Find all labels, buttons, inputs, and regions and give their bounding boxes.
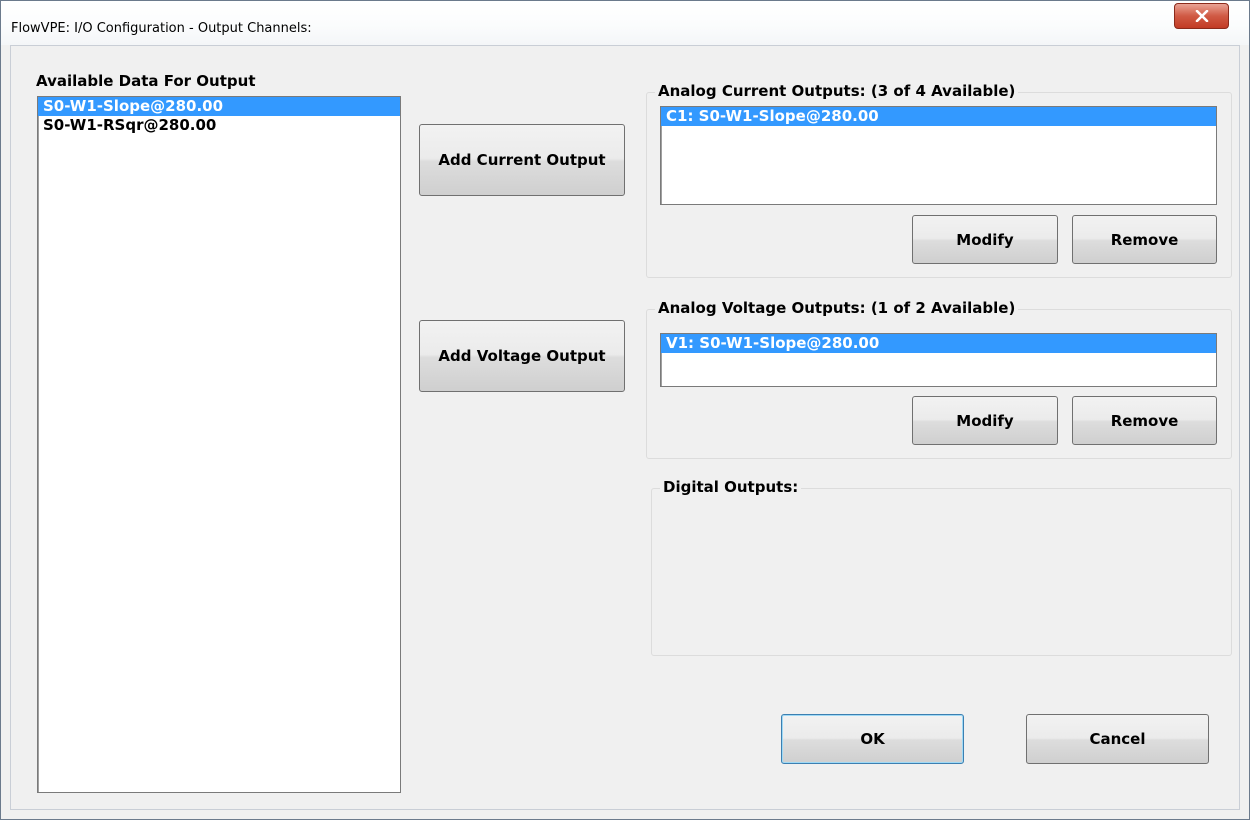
ok-button[interactable]: OK — [781, 714, 964, 764]
digital-outputs-group: Digital Outputs: — [651, 478, 1232, 656]
list-item[interactable]: S0-W1-RSqr@280.00 — [38, 116, 400, 135]
voltage-outputs-title: Analog Voltage Outputs: (1 of 2 Availabl… — [655, 299, 1019, 317]
voltage-outputs-group: Analog Voltage Outputs: (1 of 2 Availabl… — [646, 299, 1232, 459]
modify-voltage-button[interactable]: Modify — [912, 396, 1058, 445]
remove-current-button[interactable]: Remove — [1072, 215, 1217, 264]
voltage-outputs-list[interactable]: V1: S0-W1-Slope@280.00 — [660, 333, 1217, 387]
list-item[interactable]: S0-W1-Slope@280.00 — [38, 97, 400, 116]
current-outputs-title: Analog Current Outputs: (3 of 4 Availabl… — [655, 82, 1019, 100]
dialog-window: FlowVPE: I/O Configuration - Output Chan… — [0, 0, 1250, 820]
dialog-client-area: Available Data For Output S0-W1-Slope@28… — [10, 45, 1240, 810]
list-item[interactable]: V1: S0-W1-Slope@280.00 — [661, 334, 1216, 353]
cancel-button[interactable]: Cancel — [1026, 714, 1209, 764]
title-bar[interactable]: FlowVPE: I/O Configuration - Output Chan… — [1, 1, 1249, 45]
current-outputs-list[interactable]: C1: S0-W1-Slope@280.00 — [660, 106, 1217, 205]
digital-outputs-title: Digital Outputs: — [660, 478, 802, 496]
window-title: FlowVPE: I/O Configuration - Output Chan… — [11, 21, 312, 36]
list-item[interactable]: C1: S0-W1-Slope@280.00 — [661, 107, 1216, 126]
current-outputs-group: Analog Current Outputs: (3 of 4 Availabl… — [646, 82, 1232, 278]
remove-voltage-button[interactable]: Remove — [1072, 396, 1217, 445]
available-data-label: Available Data For Output — [36, 72, 256, 90]
modify-current-button[interactable]: Modify — [912, 215, 1058, 264]
add-voltage-output-button[interactable]: Add Voltage Output — [419, 320, 625, 392]
close-icon — [1195, 10, 1209, 22]
close-button[interactable] — [1174, 3, 1229, 29]
available-data-list[interactable]: S0-W1-Slope@280.00 S0-W1-RSqr@280.00 — [37, 96, 401, 793]
add-current-output-button[interactable]: Add Current Output — [419, 124, 625, 196]
